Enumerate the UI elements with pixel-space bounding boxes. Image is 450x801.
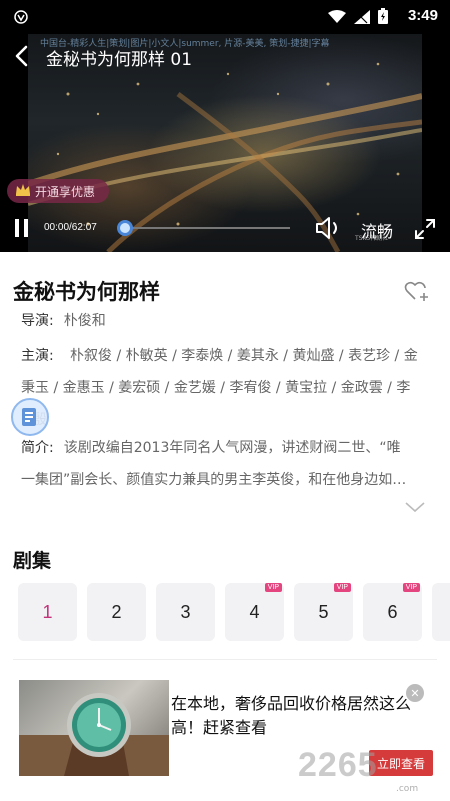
- chevron-down-icon: [405, 502, 425, 513]
- fullscreen-icon: [415, 219, 435, 239]
- vip-offer-button[interactable]: 开通享优惠: [7, 179, 109, 203]
- crown-icon: [15, 183, 31, 199]
- back-button[interactable]: [10, 42, 36, 70]
- ad-cta-button[interactable]: 立即查看: [369, 750, 433, 776]
- ad-banner[interactable]: 在本地，奢侈品回收价格居然这么高！赶紧查看 ✕ 立即查看: [19, 680, 443, 780]
- wifi-icon: [328, 9, 346, 28]
- progress-knob[interactable]: [117, 220, 133, 236]
- app-notification-icon: [14, 9, 28, 28]
- site-watermark: 2265: [298, 746, 378, 784]
- document-icon: [22, 408, 36, 426]
- video-player[interactable]: 中国台-精彩人生|策划|图片|小文人|summer, 片源-美美, 策划-捷捷|…: [0, 0, 450, 252]
- episode-item[interactable]: 1: [18, 583, 77, 641]
- director-row: 导演: 朴俊和: [21, 305, 106, 337]
- director-value: 朴俊和: [63, 313, 106, 329]
- pause-icon: [15, 219, 28, 237]
- episode-item[interactable]: 2: [87, 583, 146, 641]
- close-icon: ✕: [410, 686, 420, 700]
- cast-line: 秉玉 / 金惠玉 / 姜宏硕 / 金艺媛 / 李宥俊 / 黄宝拉 / 金政雲 /…: [21, 380, 411, 396]
- episode-item-partial[interactable]: [432, 583, 450, 641]
- episodes-title: 剧集: [13, 550, 52, 572]
- cast-line: 朴叙俊 / 朴敏英 / 李泰焕 / 姜其永 / 黄灿盛 / 表艺珍 / 金: [70, 348, 418, 364]
- episode-list: 1 2 3 VIP 4 VIP 5 VIP 6: [18, 583, 450, 641]
- show-title: 金秘书为何那样: [13, 280, 160, 304]
- signal-icon: [354, 9, 370, 28]
- synopsis-label: 简介:: [21, 440, 54, 456]
- synopsis-line: 简介: 该剧改编自2013年同名人气网漫，讲述财阀二世、“唯: [21, 440, 401, 456]
- chevron-left-icon: [15, 45, 28, 67]
- episode-item[interactable]: VIP 4: [225, 583, 284, 641]
- vip-tag: VIP: [264, 583, 282, 592]
- vip-tag: VIP: [333, 583, 351, 592]
- synopsis-line: 一集团”副会长、颜值实力兼具的男主李英俊，和在他身边如…: [21, 472, 407, 488]
- cast-block: 朴叙俊 / 朴敏英 / 李泰焕 / 姜其永 / 黄灿盛 / 表艺珍 / 金 秉玉…: [21, 340, 441, 436]
- director-label: 导演:: [21, 313, 54, 329]
- vip-offer-label: 开通享优惠: [35, 184, 96, 199]
- episode-item[interactable]: VIP 6: [363, 583, 422, 641]
- ad-close-button[interactable]: ✕: [406, 684, 424, 702]
- favorite-button[interactable]: [404, 279, 430, 303]
- ad-text: 在本地，奢侈品回收价格居然这么高！赶紧查看: [171, 694, 412, 737]
- site-watermark-sub: .com: [396, 784, 419, 794]
- volume-button[interactable]: [314, 215, 344, 241]
- progress-track[interactable]: [120, 227, 290, 229]
- watch-image: [19, 680, 169, 776]
- expand-button[interactable]: [404, 499, 426, 513]
- heart-plus-icon: [404, 281, 428, 301]
- status-time: 3:49: [407, 7, 438, 24]
- time-display: 00:00/62:07: [44, 222, 97, 233]
- episode-item[interactable]: 3: [156, 583, 215, 641]
- play-pause-button[interactable]: [12, 217, 32, 239]
- divider: [13, 659, 437, 660]
- episode-item[interactable]: VIP 5: [294, 583, 353, 641]
- vip-tag: VIP: [402, 583, 420, 592]
- video-title: 金秘书为何那样 01: [46, 50, 193, 70]
- status-bar: 3:49: [0, 0, 450, 34]
- battery-icon: [378, 8, 388, 28]
- fullscreen-button[interactable]: [414, 218, 436, 240]
- channel-mark: TSKS韩剧社: [355, 235, 389, 242]
- floating-assist-button[interactable]: [11, 398, 49, 436]
- synopsis: 简介: 该剧改编自2013年同名人气网漫，讲述财阀二世、“唯 一集团”副会长、颜值…: [21, 432, 437, 496]
- speaker-icon: [316, 217, 337, 239]
